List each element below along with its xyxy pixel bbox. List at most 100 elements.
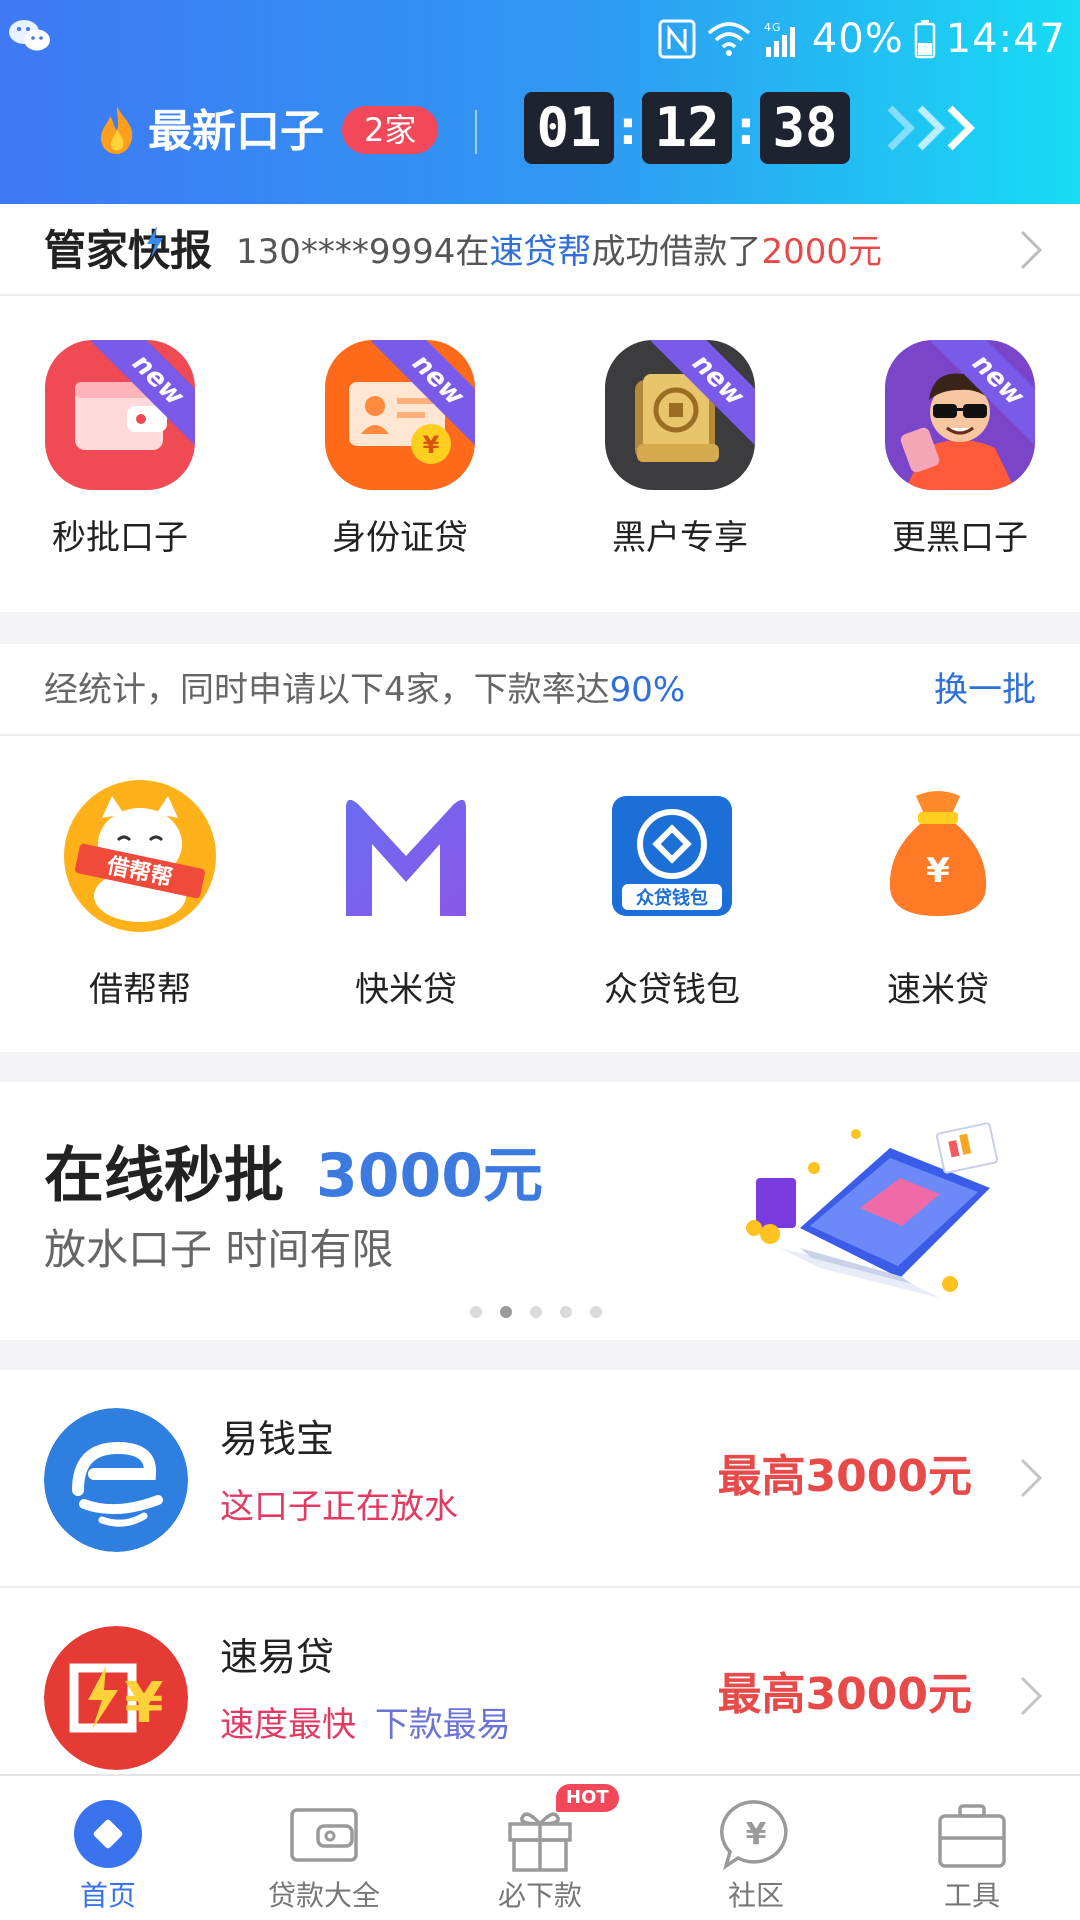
zhongdai-wallet-icon: 众贷钱包 bbox=[594, 778, 750, 934]
countdown-seconds: 38 bbox=[760, 92, 850, 164]
recommend-item-label: 借帮帮 bbox=[89, 970, 191, 1010]
status-icons: 4G 40% 14:47 bbox=[658, 12, 1066, 66]
lucky-cat-icon: 借帮帮 bbox=[62, 778, 218, 934]
wallet-outline-icon bbox=[290, 1808, 358, 1862]
suyidai-logo-icon: ¥ bbox=[44, 1626, 188, 1770]
wechat-icon bbox=[9, 20, 50, 51]
clock: 14:47 bbox=[945, 16, 1066, 62]
yuan-chat-icon: ¥ bbox=[720, 1800, 788, 1871]
quick-entry-label: 身份证贷 bbox=[332, 518, 468, 558]
nav-home[interactable]: 首页 bbox=[0, 1776, 216, 1920]
briefcase-icon bbox=[938, 1804, 1006, 1868]
yiqianbao-logo-icon bbox=[44, 1408, 188, 1552]
divider bbox=[475, 110, 477, 154]
countdown-hours: 01 bbox=[524, 92, 614, 164]
recommend-item-label: 众贷钱包 bbox=[604, 970, 740, 1010]
countdown-colon: : bbox=[736, 101, 756, 155]
banner-subtitle: 放水口子 时间有限 bbox=[44, 1225, 394, 1274]
recommend-item-sumidai[interactable]: ¥ 速米贷 bbox=[808, 778, 1068, 1012]
quick-entry-id-card-loan[interactable]: ¥ new 身份证贷 bbox=[280, 340, 520, 560]
banner-amount: 3000元 bbox=[316, 1141, 543, 1211]
battery-icon bbox=[914, 20, 935, 59]
svg-text:¥: ¥ bbox=[746, 1817, 767, 1852]
svg-text:众贷钱包: 众贷钱包 bbox=[636, 887, 708, 909]
carousel-dot[interactable] bbox=[560, 1306, 572, 1318]
nav-label: 社区 bbox=[727, 1879, 784, 1912]
battery-percent: 40% bbox=[811, 16, 904, 62]
nav-must-approve[interactable]: HOT 必下款 bbox=[432, 1776, 648, 1920]
nav-label: 首页 bbox=[79, 1879, 136, 1912]
countdown-minutes: 12 bbox=[642, 92, 732, 164]
banner-title: 在线秒批 bbox=[44, 1141, 284, 1211]
home-diamond-icon bbox=[74, 1800, 142, 1868]
nav-community[interactable]: ¥ 社区 bbox=[648, 1776, 864, 1920]
loan-tags: 这口子正在放水 bbox=[220, 1484, 458, 1530]
carousel-dot[interactable] bbox=[590, 1306, 602, 1318]
latest-offers-title: 最新口子 bbox=[148, 106, 324, 157]
recommend-item-zhongdai-wallet[interactable]: 众贷钱包 众贷钱包 bbox=[542, 778, 802, 1012]
nav-label: 工具 bbox=[943, 1879, 1000, 1912]
ticker-title: 管家快报 bbox=[44, 226, 213, 275]
ticker-message: 130****9994在速贷帮成功借款了2000元 bbox=[236, 230, 882, 274]
loan-tag: 速度最快 bbox=[220, 1705, 356, 1745]
quick-entry-label: 秒批口子 bbox=[52, 518, 188, 558]
header: 4G 40% 14:47 最新口子 2家 01 : 12 : 38 bbox=[0, 0, 1080, 204]
loan-name: 易钱宝 bbox=[220, 1417, 335, 1461]
chevron-right-icon bbox=[1020, 1676, 1043, 1716]
quick-entry-more-blacklist[interactable]: new 更黑口子 bbox=[840, 340, 1080, 560]
recommend-grid: 借帮帮 借帮帮 快米贷 众贷钱包 众贷钱包 ¥ 速米贷 bbox=[0, 736, 1080, 1052]
nfc-icon bbox=[658, 19, 696, 59]
recommend-item-kuaimidai[interactable]: 快米贷 bbox=[276, 778, 536, 1012]
quick-entry-instant-approval[interactable]: new 秒批口子 bbox=[0, 340, 240, 560]
quick-entry-label: 黑户专享 bbox=[612, 518, 748, 558]
hot-badge: HOT bbox=[556, 1784, 619, 1812]
recommend-item-jiebangbang[interactable]: 借帮帮 借帮帮 bbox=[10, 778, 270, 1012]
quick-entry-grid: new 秒批口子 ¥ new 身份证贷 new 黑户专享 new 更黑口子 bbox=[0, 296, 1080, 612]
id-card-icon: ¥ new bbox=[325, 340, 475, 490]
countdown-colon: : bbox=[618, 101, 638, 155]
section-divider bbox=[0, 1340, 1080, 1370]
svg-text:¥: ¥ bbox=[125, 1671, 164, 1736]
sunglasses-man-icon: new bbox=[885, 340, 1035, 490]
refresh-batch-button[interactable]: 换一批 bbox=[934, 668, 1036, 712]
platform-name: 速贷帮 bbox=[489, 232, 592, 272]
recommend-item-label: 速米贷 bbox=[887, 970, 989, 1010]
news-ticker[interactable]: 管家快报 130****9994在速贷帮成功借款了2000元 bbox=[0, 204, 1080, 296]
nav-label: 必下款 bbox=[497, 1879, 582, 1912]
status-bar: 4G 40% 14:47 bbox=[0, 0, 1080, 78]
loan-tag: 这口子正在放水 bbox=[220, 1487, 458, 1527]
m-logo-icon bbox=[328, 778, 484, 934]
carousel-dot[interactable] bbox=[470, 1306, 482, 1318]
lightning-icon bbox=[147, 226, 163, 258]
scroll-icon: new bbox=[605, 340, 755, 490]
latest-offers-bar[interactable]: 最新口子 2家 01 : 12 : 38 bbox=[0, 86, 1080, 186]
nav-tools[interactable]: 工具 bbox=[864, 1776, 1080, 1920]
loan-tags: 速度最快 下款最易 bbox=[220, 1702, 511, 1748]
offer-count-badge: 2家 bbox=[342, 106, 439, 154]
loan-item-yiqianbao[interactable]: 易钱宝 这口子正在放水 最高3000元 bbox=[0, 1370, 1080, 1588]
wifi-icon bbox=[707, 22, 750, 56]
section-divider bbox=[0, 1052, 1080, 1082]
money-bag-icon: ¥ bbox=[860, 778, 1016, 934]
recommend-item-label: 快米贷 bbox=[355, 970, 457, 1010]
loan-name: 速易贷 bbox=[220, 1635, 335, 1679]
svg-text:¥: ¥ bbox=[926, 851, 950, 891]
fire-icon bbox=[101, 106, 133, 154]
ticker-verb: 成功借款了 bbox=[591, 232, 762, 272]
promo-banner[interactable]: 在线秒批 3000元 放水口子 时间有限 bbox=[0, 1082, 1080, 1340]
masked-phone: 130****9994在 bbox=[236, 232, 490, 272]
signal-icon: 4G bbox=[764, 21, 795, 57]
approval-rate: 90% bbox=[609, 670, 686, 710]
carousel-dot-active[interactable] bbox=[500, 1306, 512, 1318]
recommend-header: 经统计，同时申请以下4家，下款率达90% 换一批 bbox=[0, 644, 1080, 736]
ticker-amount: 2000元 bbox=[761, 232, 882, 272]
laptop-illustration-icon bbox=[746, 1122, 999, 1298]
nav-label: 贷款大全 bbox=[267, 1879, 380, 1912]
carousel-dot[interactable] bbox=[530, 1306, 542, 1318]
loan-max-amount: 最高3000元 bbox=[717, 1451, 972, 1502]
quick-entry-blacklist-exclusive[interactable]: new 黑户专享 bbox=[560, 340, 800, 560]
nav-loan-catalog[interactable]: 贷款大全 bbox=[216, 1776, 432, 1920]
triple-chevron-icon[interactable] bbox=[884, 100, 994, 156]
loan-max-amount: 最高3000元 bbox=[717, 1669, 972, 1720]
chevron-right-icon bbox=[1020, 1458, 1043, 1498]
